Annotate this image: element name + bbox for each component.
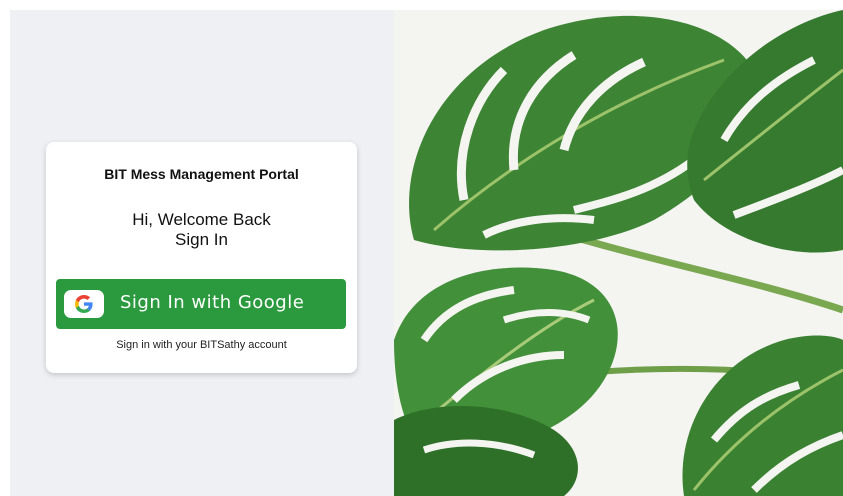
account-hint: Sign in with your BITSathy account — [116, 339, 287, 351]
login-page: BIT Mess Management Portal Hi, Welcome B… — [0, 0, 843, 496]
google-sign-in-button[interactable]: Sign In with Google — [56, 279, 346, 329]
google-g-icon — [75, 295, 93, 313]
sign-in-heading: Sign In — [175, 230, 228, 249]
greeting-text: Hi, Welcome Back — [132, 210, 271, 229]
login-panel: BIT Mess Management Portal Hi, Welcome B… — [10, 10, 394, 496]
monstera-hero-image — [394, 10, 843, 496]
welcome-block: Hi, Welcome Back Sign In — [46, 210, 357, 250]
portal-title: BIT Mess Management Portal — [104, 166, 299, 182]
google-icon-badge — [64, 290, 104, 318]
google-sign-in-label: Sign In with Google — [120, 292, 305, 313]
login-card: BIT Mess Management Portal Hi, Welcome B… — [46, 142, 357, 373]
monstera-leaves-illustration — [394, 10, 843, 496]
